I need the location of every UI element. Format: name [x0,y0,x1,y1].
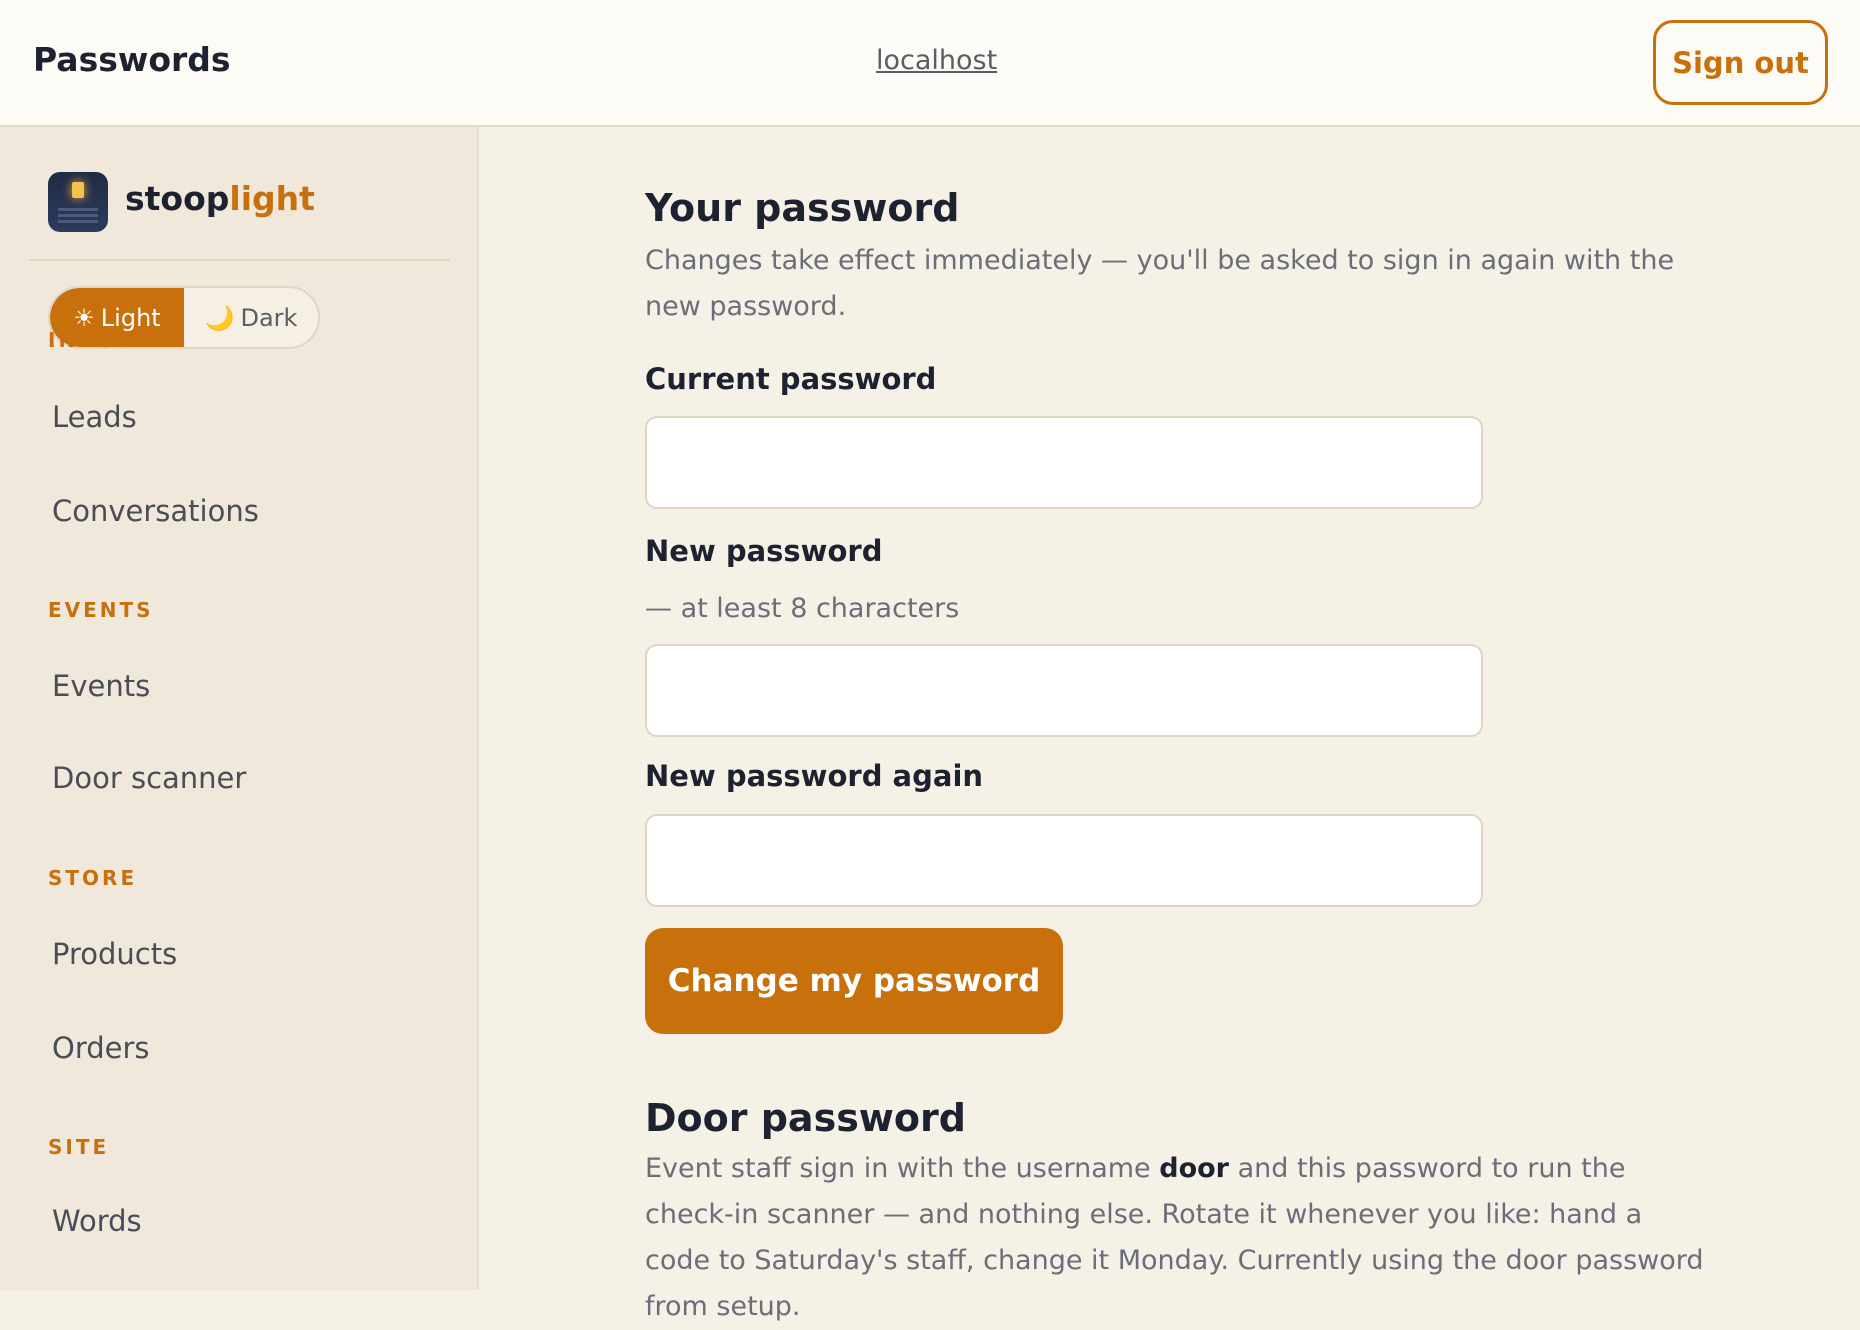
brand-name-accent: light [229,179,315,218]
new-password-label: New password [645,534,883,568]
your-password-description: Changes take effect immediately — you'll… [645,245,1675,322]
sign-out-button[interactable]: Sign out [1653,20,1828,105]
brand-name-prefix: stoop [125,179,230,218]
sidebar-item-words[interactable]: Words [52,1204,142,1238]
sidebar-item-conversations[interactable]: Conversations [52,494,259,528]
your-password-heading: Your password [645,186,960,230]
sidebar-section-inbox: INBOX [48,328,135,352]
theme-dark-label: Dark [240,303,298,332]
door-username: door [1159,1153,1229,1184]
new-password-again-input[interactable] [645,814,1483,907]
lamp-logo-icon [48,172,108,232]
sidebar-section-store: STORE [48,866,138,890]
sidebar-section-site: SITE [48,1135,110,1159]
sidebar-divider [29,259,450,261]
new-password-hint: — at least 8 characters [645,593,960,624]
new-password-input[interactable] [645,644,1483,737]
sidebar-item-events[interactable]: Events [52,669,150,703]
sidebar-item-orders[interactable]: Orders [52,1031,150,1065]
door-password-description: Event staff sign in with the username do… [645,1146,1705,1330]
sidebar-section-events: EVENTS [48,598,154,622]
moon-icon: 🌙 [204,303,235,332]
brand-name: stooplight [125,179,315,218]
main-content: Your password Changes take effect immedi… [479,127,1860,1322]
door-password-heading: Door password [645,1096,966,1140]
new-password-again-label: New password again [645,759,984,793]
sidebar-item-door-scanner[interactable]: Door scanner [52,761,246,795]
change-password-button[interactable]: Change my password [645,928,1063,1034]
current-password-input[interactable] [645,416,1483,509]
sidebar: stooplight ☀ Light 🌙 Dark INBOX Leads Co… [0,127,479,1290]
door-desc-before: Event staff sign in with the username [645,1153,1160,1184]
page-title: Passwords [33,40,231,79]
sidebar-item-leads[interactable]: Leads [52,400,137,434]
top-bar: Passwords localhost Sign out [0,0,1860,127]
sidebar-item-products[interactable]: Products [52,937,177,971]
host-link[interactable]: localhost [876,45,997,76]
current-password-label: Current password [645,362,937,396]
theme-dark-option[interactable]: 🌙 Dark [184,288,318,347]
